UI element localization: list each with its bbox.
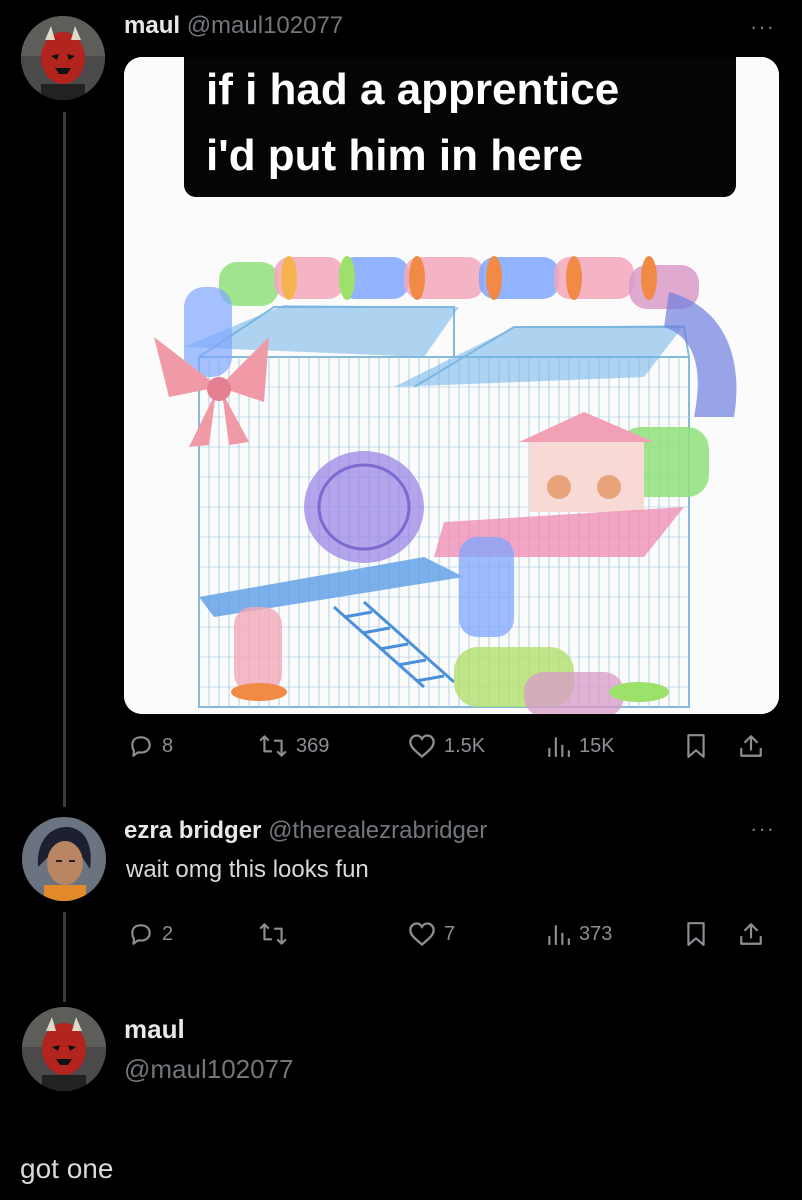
reply-button[interactable]: 2 xyxy=(128,921,173,947)
bookmark-button[interactable] xyxy=(685,733,707,759)
views-count: 15K xyxy=(579,734,615,757)
image-caption: if i had a apprentice i'd put him in her… xyxy=(184,57,736,197)
heart-icon xyxy=(409,734,435,759)
share-button[interactable] xyxy=(738,733,764,759)
like-count: 1.5K xyxy=(444,734,486,757)
author-name[interactable]: maul xyxy=(124,1014,185,1045)
avatar[interactable] xyxy=(21,16,105,100)
avatar[interactable] xyxy=(22,1007,106,1091)
views-button[interactable]: 373 xyxy=(545,921,612,947)
tweet-text: got one xyxy=(20,1153,114,1184)
author-name[interactable]: ezra bridger xyxy=(124,817,261,844)
more-options-icon[interactable]: ··· xyxy=(750,14,775,40)
views-count: 373 xyxy=(579,922,613,945)
tweet-image[interactable]: if i had a apprentice i'd put him in her… xyxy=(124,57,779,714)
like-count: 7 xyxy=(444,922,456,945)
share-button[interactable] xyxy=(738,921,764,947)
caption-line: i'd put him in here xyxy=(206,131,584,180)
share-icon xyxy=(740,735,762,757)
like-button[interactable]: 7 xyxy=(408,921,455,947)
author-handle[interactable]: @maul102077 xyxy=(187,12,343,39)
reply-icon xyxy=(131,924,151,945)
views-button[interactable]: 15K xyxy=(545,733,615,759)
views-icon xyxy=(548,925,570,945)
reply-count: 2 xyxy=(162,922,174,945)
repost-icon xyxy=(259,735,287,757)
bookmark-button[interactable] xyxy=(685,921,707,947)
author-name[interactable]: maul xyxy=(124,12,180,39)
reply-icon xyxy=(131,736,151,757)
like-button[interactable]: 1.5K xyxy=(408,733,485,759)
avatar[interactable] xyxy=(22,817,106,901)
author-handle[interactable]: @maul102077 xyxy=(124,1054,294,1085)
reply-count: 8 xyxy=(162,734,174,757)
reply-text: wait omg this looks fun xyxy=(126,856,369,883)
caption-line: if i had a apprentice xyxy=(206,65,620,114)
repost-icon xyxy=(259,923,287,945)
heart-icon xyxy=(409,922,435,947)
repost-button[interactable] xyxy=(258,921,296,947)
more-options-icon[interactable]: ··· xyxy=(750,816,775,842)
repost-button[interactable]: 369 xyxy=(258,733,329,759)
bookmark-icon xyxy=(687,734,705,758)
author-handle[interactable]: @therealezrabridger xyxy=(268,817,487,844)
thread-line xyxy=(63,912,66,1002)
thread-line xyxy=(63,112,66,807)
share-icon xyxy=(740,923,762,945)
views-icon xyxy=(548,737,570,757)
bookmark-icon xyxy=(687,922,705,946)
reply-button[interactable]: 8 xyxy=(128,733,173,759)
repost-count: 369 xyxy=(296,734,330,757)
